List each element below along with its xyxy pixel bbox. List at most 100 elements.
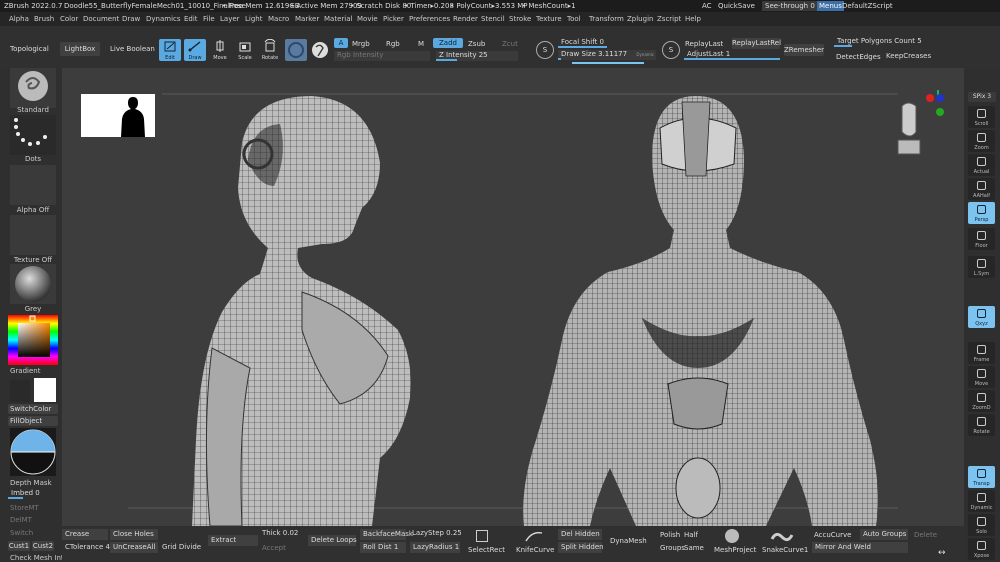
split-hidden-button[interactable]: Split Hidden xyxy=(558,542,604,553)
texture-thumb[interactable] xyxy=(10,215,56,255)
groups-button[interactable]: Groups xyxy=(660,544,685,552)
replay-last-button[interactable]: ReplayLast xyxy=(685,40,723,48)
right-shelf-persp-button[interactable]: Persp xyxy=(968,202,995,224)
menus-toggle[interactable]: Menus xyxy=(817,1,844,11)
right-shelf-zoom-button[interactable]: Zoom xyxy=(968,130,995,152)
zcut-toggle[interactable]: Zcut xyxy=(502,40,518,48)
right-shelf-actual-button[interactable]: Actual xyxy=(968,154,995,176)
m-toggle[interactable]: M xyxy=(418,40,424,48)
dots-stroke-thumb[interactable] xyxy=(10,115,56,155)
thick-slider[interactable]: Thick 0.02 xyxy=(262,529,298,537)
cust1-button[interactable]: Cust1 xyxy=(8,541,30,551)
right-shelf-lsym-button[interactable]: L.Sym xyxy=(968,256,995,278)
menu-layer[interactable]: Layer xyxy=(220,12,240,26)
close-holes-button[interactable]: Close Holes xyxy=(110,529,158,540)
crease-button[interactable]: Crease xyxy=(62,529,108,540)
menu-texture[interactable]: Texture xyxy=(536,12,562,26)
right-shelf-transp-button[interactable]: Transp xyxy=(968,466,995,488)
same-button[interactable]: Same xyxy=(684,544,704,552)
delete-loops-button[interactable]: Delete Loops xyxy=(308,535,357,546)
focal-shift-slider[interactable]: Focal Shift 0 xyxy=(558,38,656,48)
dynamic-toggle[interactable]: Dynamic xyxy=(636,50,654,59)
imbed-slider[interactable]: Imbed 0 xyxy=(8,489,58,499)
depth-mask-preview[interactable] xyxy=(10,428,56,476)
menu-material[interactable]: Material xyxy=(324,12,352,26)
right-shelf-solo-button[interactable]: Solo xyxy=(968,514,995,536)
menu-stroke[interactable]: Stroke xyxy=(509,12,531,26)
menu-color[interactable]: Color xyxy=(60,12,78,26)
menu-help[interactable]: Help xyxy=(685,12,701,26)
half-button[interactable]: Half xyxy=(684,531,698,539)
del-hidden-button[interactable]: Del Hidden xyxy=(558,529,602,540)
spix-slider[interactable]: SPix 3 xyxy=(968,92,996,102)
secondary-color-swatch[interactable] xyxy=(10,380,30,402)
menu-movie[interactable]: Movie xyxy=(357,12,378,26)
switch-color-button[interactable]: SwitchColor xyxy=(8,404,58,414)
draw-button[interactable]: Draw xyxy=(184,39,206,61)
rgb-intensity-slider[interactable]: Rgb Intensity xyxy=(334,51,430,61)
polish-button[interactable]: Polish xyxy=(660,531,680,539)
right-shelf-aahalf-button[interactable]: AAHalf xyxy=(968,178,995,200)
menu-draw[interactable]: Draw xyxy=(122,12,140,26)
lazy-radius-slider[interactable]: LazyRadius 1 xyxy=(410,542,460,553)
grid-divide-button[interactable]: Grid Divide xyxy=(162,543,201,551)
menu-file[interactable]: File xyxy=(203,12,215,26)
ctolerance-slider[interactable]: CTolerance 45 xyxy=(62,542,114,553)
menu-tool[interactable]: Tool xyxy=(567,12,581,26)
menu-picker[interactable]: Picker xyxy=(383,12,404,26)
alpha-thumb[interactable] xyxy=(10,165,56,205)
main-color-swatch[interactable] xyxy=(34,378,56,402)
roll-dist-slider[interactable]: Roll Dist 1 xyxy=(360,542,406,553)
a-toggle[interactable]: A xyxy=(334,38,348,48)
auto-groups-button[interactable]: Auto Groups xyxy=(860,529,908,540)
accept-button[interactable]: Accept xyxy=(262,544,286,552)
uncrease-all-button[interactable]: UnCreaseAll xyxy=(110,542,158,553)
stroke-s-icon[interactable]: S xyxy=(536,41,554,59)
color-picker[interactable] xyxy=(8,315,58,365)
standard-brush-thumb[interactable] xyxy=(10,68,56,108)
right-shelf-zoomd-button[interactable]: ZoomD xyxy=(968,390,995,412)
move-button[interactable]: Move xyxy=(209,39,231,61)
right-shelf-rotate-button[interactable]: Rotate xyxy=(968,414,995,436)
menu-macro[interactable]: Macro xyxy=(268,12,289,26)
menu-dynamics[interactable]: Dynamics xyxy=(146,12,181,26)
backface-mask-button[interactable]: BackfaceMask xyxy=(360,529,413,540)
extract-button[interactable]: Extract xyxy=(208,535,258,546)
delete-button[interactable]: Delete xyxy=(914,531,937,539)
del-mt-button[interactable]: DelMT xyxy=(10,516,32,524)
rgb-toggle[interactable]: Rgb xyxy=(386,40,400,48)
right-shelf-xpose-button[interactable]: Xpose xyxy=(968,538,995,560)
menu-alpha[interactable]: Alpha xyxy=(9,12,29,26)
resize-arrows-icon[interactable]: ↔ xyxy=(938,548,946,558)
menu-light[interactable]: Light xyxy=(245,12,262,26)
edit-button[interactable]: Edit xyxy=(159,39,181,61)
switch-button[interactable]: Switch xyxy=(10,529,33,537)
ac-button[interactable]: AC xyxy=(702,0,712,12)
rotate-button[interactable]: Rotate xyxy=(259,38,281,61)
scale-button[interactable]: Scale xyxy=(234,39,256,61)
live-boolean-button[interactable]: Live Boolean xyxy=(110,45,155,53)
reference-thumbnail[interactable] xyxy=(81,94,155,137)
select-rect-button[interactable]: SelectRect xyxy=(468,546,505,554)
fill-object-button[interactable]: FillObject xyxy=(8,416,58,426)
material-thumb[interactable] xyxy=(10,264,56,304)
zsub-toggle[interactable]: Zsub xyxy=(468,40,485,48)
viewport-canvas[interactable] xyxy=(62,68,964,526)
menu-zscript[interactable]: Zscript xyxy=(657,12,681,26)
menu-transform[interactable]: Transform xyxy=(589,12,624,26)
check-mesh-button[interactable]: Check Mesh Int xyxy=(10,554,64,562)
menu-stencil[interactable]: Stencil xyxy=(481,12,505,26)
default-zscript[interactable]: DefaultZScript xyxy=(842,0,893,12)
mesh-project-button[interactable]: MeshProject xyxy=(714,546,756,554)
lazy-step-slider[interactable]: LazyStep 0.25 xyxy=(412,529,462,537)
sculptris-pro-button[interactable] xyxy=(285,39,307,61)
knife-curve-button[interactable]: KnifeCurve xyxy=(516,546,554,554)
store-mt-button[interactable]: StoreMT xyxy=(10,504,39,512)
menu-render[interactable]: Render xyxy=(453,12,478,26)
navigation-gizmo[interactable] xyxy=(888,88,948,158)
adjust-last-slider[interactable]: AdjustLast 1 xyxy=(684,50,780,60)
material-sphere[interactable] xyxy=(311,39,329,61)
z-intensity-slider[interactable]: Z Intensity 25 xyxy=(436,51,518,61)
quicksave-button[interactable]: QuickSave xyxy=(718,0,755,12)
mirror-weld-button[interactable]: Mirror And Weld xyxy=(812,542,908,553)
